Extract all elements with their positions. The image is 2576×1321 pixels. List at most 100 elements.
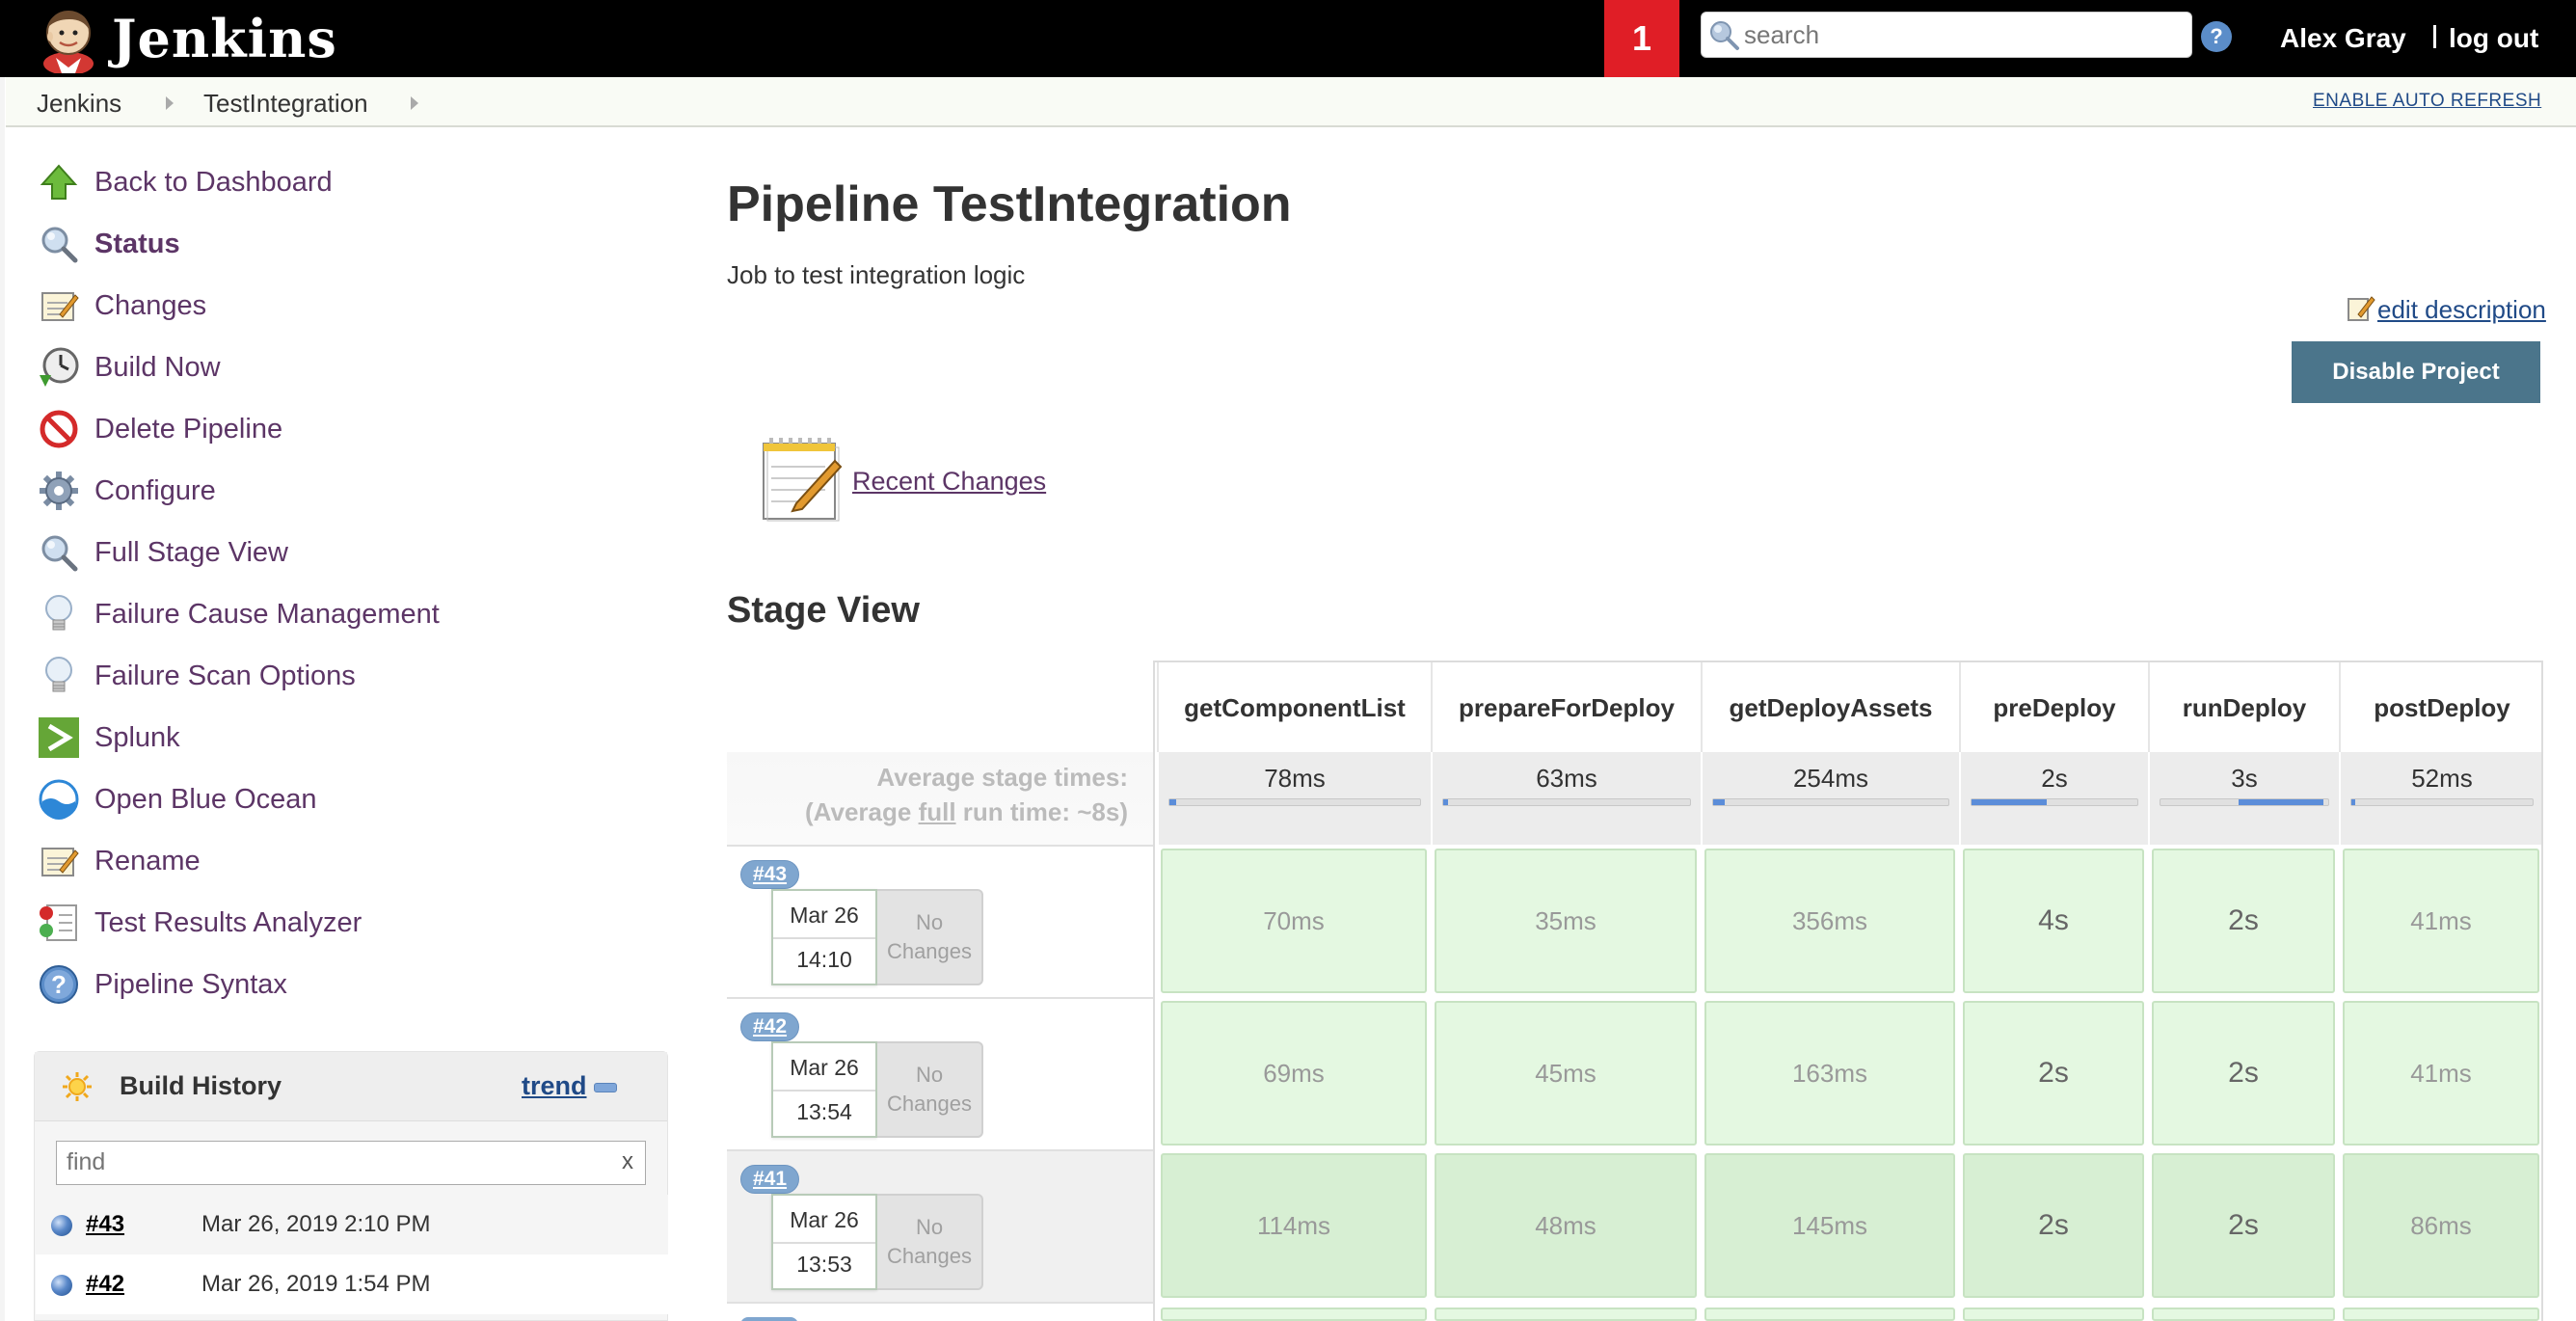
task-label[interactable]: Test Results Analyzer: [94, 907, 362, 939]
stage-duration-cell[interactable]: [1704, 1308, 1955, 1321]
stage-duration-cell[interactable]: 86ms: [2343, 1153, 2539, 1298]
task-label[interactable]: Open Blue Ocean: [94, 784, 317, 816]
build-history-row: #43 Mar 26, 2019 2:10 PM: [36, 1195, 668, 1254]
build-number-link[interactable]: #43: [86, 1211, 124, 1238]
task-failure-scan-options[interactable]: Failure Scan Options: [35, 652, 356, 700]
stage-duration-cell[interactable]: [1963, 1308, 2144, 1321]
task-label[interactable]: Failure Scan Options: [94, 660, 356, 692]
stage-duration-cell[interactable]: [2152, 1308, 2335, 1321]
stage-duration-cell[interactable]: 41ms: [2343, 1001, 2539, 1146]
stage-duration-cell[interactable]: [2343, 1308, 2539, 1321]
splunk-icon: [35, 714, 83, 762]
recent-changes-link[interactable]: Recent Changes: [758, 436, 1046, 527]
no-changes-box[interactable]: No Changes: [877, 889, 983, 985]
breadcrumb-jenkins[interactable]: Jenkins: [37, 89, 121, 119]
window-left-edge: [0, 77, 5, 1321]
task-full-stage-view[interactable]: Full Stage View: [35, 528, 288, 577]
breadcrumb-testintegration[interactable]: TestIntegration: [203, 89, 368, 119]
task-delete-pipeline[interactable]: Delete Pipeline: [35, 405, 282, 453]
task-splunk[interactable]: Splunk: [35, 714, 180, 762]
recent-changes-label[interactable]: Recent Changes: [852, 467, 1046, 497]
task-label[interactable]: Status: [94, 229, 180, 260]
stage-duration-cell[interactable]: 41ms: [2343, 849, 2539, 993]
build-number-badge[interactable]: [740, 1317, 798, 1321]
task-back-to-dashboard[interactable]: Back to Dashboard: [35, 158, 333, 206]
stage-average-bar: [1442, 798, 1691, 806]
build-date-link[interactable]: Mar 26, 2019 2:10 PM: [201, 1211, 430, 1238]
stage-average-bar-fill: [1169, 799, 1176, 805]
stage-duration-cell[interactable]: 2s: [1963, 1001, 2144, 1146]
build-filter-input[interactable]: [67, 1148, 606, 1176]
task-status[interactable]: Status: [35, 220, 180, 268]
task-label[interactable]: Rename: [94, 846, 201, 877]
stage-duration-cell[interactable]: 4s: [1963, 849, 2144, 993]
no-changes-box[interactable]: No Changes: [877, 1041, 983, 1138]
user-name-link[interactable]: Alex Gray: [2280, 23, 2406, 54]
stage-duration-cell[interactable]: 2s: [2152, 1153, 2335, 1298]
stage-duration-cell[interactable]: 2s: [2152, 1001, 2335, 1146]
edit-description-link[interactable]: edit description: [2347, 293, 2546, 327]
stage-duration-cell[interactable]: [1435, 1308, 1697, 1321]
enable-auto-refresh-link[interactable]: ENABLE AUTO REFRESH: [2313, 91, 2541, 112]
stage-average-bar: [2160, 798, 2329, 806]
build-date-link[interactable]: Mar 26, 2019 1:54 PM: [201, 1271, 430, 1298]
trend-link[interactable]: trend: [522, 1071, 587, 1101]
task-failure-cause-management[interactable]: Failure Cause Management: [35, 590, 440, 638]
task-label[interactable]: Full Stage View: [94, 537, 288, 569]
top-header: Jenkins 1 ? Alex Gray log out: [0, 0, 2576, 77]
stage-duration-cell[interactable]: 45ms: [1435, 1001, 1697, 1146]
task-label[interactable]: Build Now: [94, 352, 221, 384]
task-label[interactable]: Changes: [94, 290, 206, 322]
disable-project-button[interactable]: Disable Project: [2292, 341, 2540, 403]
breadcrumb-arrow-icon[interactable]: [411, 96, 418, 110]
task-label[interactable]: Configure: [94, 475, 216, 507]
edit-description-label[interactable]: edit description: [2377, 295, 2546, 325]
task-configure[interactable]: Configure: [35, 467, 216, 515]
build-history-title: Build History: [120, 1071, 282, 1100]
stage-duration-cell[interactable]: 145ms: [1704, 1153, 1955, 1298]
stage-average-value: 78ms: [1264, 764, 1326, 793]
stage-average-bar-fill: [2351, 799, 2355, 805]
blue-ball-status-icon: [51, 1215, 72, 1236]
breadcrumb-arrow-icon[interactable]: [166, 96, 174, 110]
task-label[interactable]: Delete Pipeline: [94, 414, 282, 445]
notification-count-badge[interactable]: 1: [1604, 0, 1679, 77]
no-entry-icon: [35, 405, 83, 453]
stage-duration-cell[interactable]: 2s: [2152, 849, 2335, 993]
stage-duration-cell[interactable]: 356ms: [1704, 849, 1955, 993]
search-input[interactable]: [1744, 19, 2178, 50]
logout-link[interactable]: log out: [2449, 23, 2538, 54]
task-label[interactable]: Back to Dashboard: [94, 167, 333, 199]
stage-duration-cell[interactable]: [1161, 1308, 1427, 1321]
collapse-icon[interactable]: [594, 1083, 617, 1092]
date-divider: [773, 1090, 875, 1092]
stage-duration-cell[interactable]: 48ms: [1435, 1153, 1697, 1298]
task-pipeline-syntax[interactable]: ? Pipeline Syntax: [35, 960, 287, 1009]
stage-duration-cell[interactable]: 2s: [1963, 1153, 2144, 1298]
clear-filter-button[interactable]: x: [622, 1148, 633, 1175]
task-open-blue-ocean[interactable]: Open Blue Ocean: [35, 775, 317, 823]
task-label[interactable]: Splunk: [94, 722, 180, 754]
jenkins-logo[interactable]: Jenkins: [37, 4, 337, 75]
stage-duration-cell[interactable]: 114ms: [1161, 1153, 1427, 1298]
build-number-link[interactable]: #42: [86, 1271, 124, 1298]
stage-duration-cell[interactable]: 35ms: [1435, 849, 1697, 993]
build-number-badge[interactable]: #42: [740, 1012, 800, 1041]
no-changes-box[interactable]: No Changes: [877, 1194, 983, 1290]
stage-build-row-header: [727, 1302, 1153, 1321]
task-test-results-analyzer[interactable]: Test Results Analyzer: [35, 899, 362, 947]
task-label[interactable]: Failure Cause Management: [94, 599, 440, 631]
help-icon[interactable]: ?: [2201, 21, 2232, 52]
stage-duration-cell[interactable]: 69ms: [1161, 1001, 1427, 1146]
build-number-badge[interactable]: #43: [740, 860, 800, 889]
task-build-now[interactable]: Build Now: [35, 343, 221, 391]
stage-average-bar-fill: [1713, 799, 1725, 805]
build-history-panel: Build History trend x #43 Mar 26, 2019 2…: [34, 1051, 668, 1321]
full-run-time-link[interactable]: full: [919, 797, 956, 826]
task-label[interactable]: Pipeline Syntax: [94, 969, 287, 1001]
task-changes[interactable]: Changes: [35, 282, 206, 330]
build-number-badge[interactable]: #41: [740, 1165, 800, 1194]
task-rename[interactable]: Rename: [35, 837, 201, 885]
stage-duration-cell[interactable]: 70ms: [1161, 849, 1427, 993]
stage-duration-cell[interactable]: 163ms: [1704, 1001, 1955, 1146]
